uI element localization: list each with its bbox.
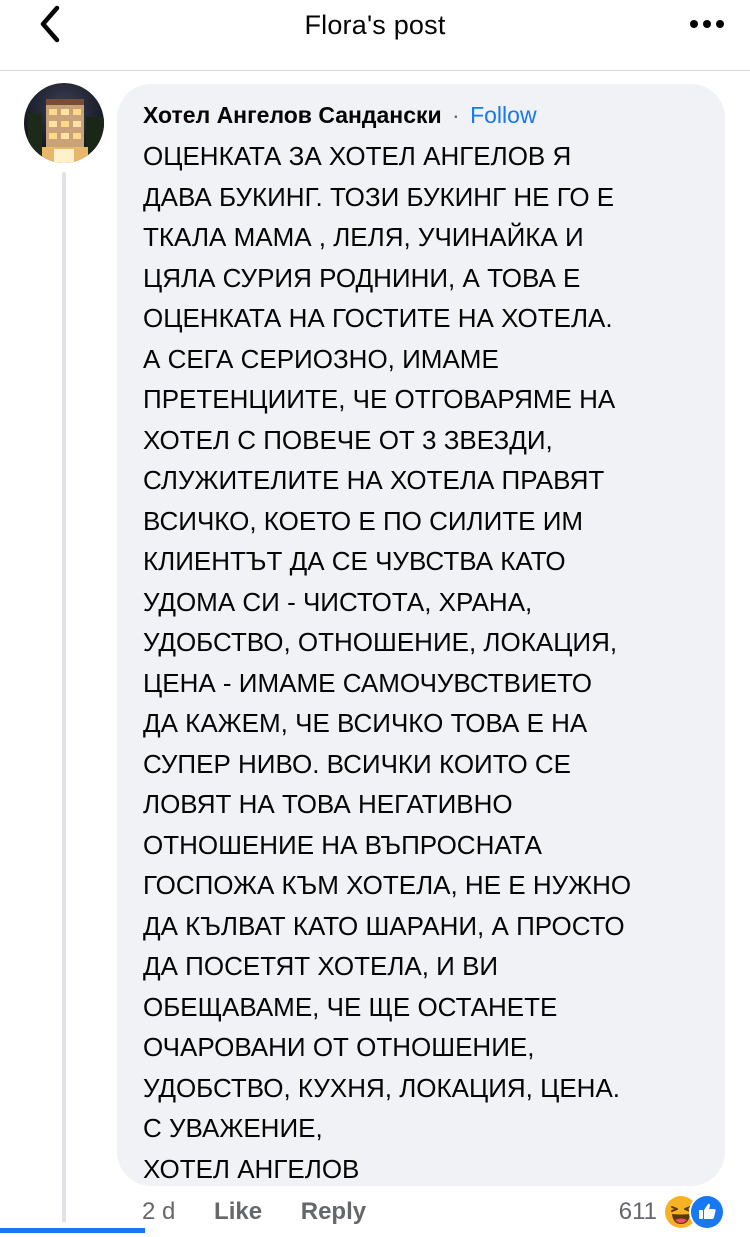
top-navigation-bar: Flora's post — [0, 0, 750, 71]
comment-text-line: ВСИЧКО, КОЕТО Е ПО СИЛИТЕ ИМ — [143, 505, 584, 536]
comment-author[interactable]: Хотел Ангелов Сандански — [143, 102, 442, 128]
reaction-count: 611 — [618, 1198, 657, 1225]
thread-line — [62, 172, 66, 1222]
comment-text: ОЦЕНКАТА ЗА ХОТЕЛ АНГЕЛОВ Я ДАВА БУКИНГ. … — [143, 136, 723, 1189]
comment-timestamp[interactable]: 2 d — [142, 1198, 175, 1225]
comment-text-line: УДОБСТВО, ОТНОШЕНИЕ, ЛОКАЦИЯ, — [143, 627, 618, 657]
comment-text-line: ЦЯЛА СУРИЯ РОДНИНИ, А ТОВА Е — [143, 262, 581, 293]
like-button[interactable]: Like — [214, 1198, 262, 1225]
comment-text-line: ХОТЕЛ С ПОВЕЧЕ ОТ 3 ЗВЕЗДИ, — [143, 424, 553, 455]
comment-text-line: СУПЕР НИВО. ВСИЧКИ КОИТО СЕ — [143, 748, 572, 779]
page-title: Flora's post — [304, 10, 446, 40]
comment-text-line: А СЕГА СЕРИОЗНО, ИМАМЕ — [143, 343, 499, 374]
more-options-button[interactable] — [682, 8, 732, 42]
comment-bubble: Хотел Ангелов Сандански · Follow ОЦЕНКАТ… — [117, 84, 725, 1186]
comment-text-line: ГОСПОЖА КЪМ ХОТЕЛА, НЕ Е НУЖНО — [143, 870, 632, 900]
comment-text-line: ОЦЕНКАТА НА ГОСТИТЕ НА ХОТЕЛА. — [143, 303, 613, 333]
avatar[interactable] — [24, 83, 104, 163]
comment-text-line: ЦЕНА - ИМАМЕ САМОЧУВСТВИЕТО — [143, 667, 592, 698]
comment-text-line: ТКАЛА МАМА , ЛЕЛЯ, УЧИНАЙКА И — [143, 222, 584, 252]
scroll-indicator — [0, 1228, 145, 1233]
comment-text-line: ДА КЪЛВАТ КАТО ШАРАНИ, А ПРОСТО — [143, 910, 625, 941]
follow-button[interactable]: Follow — [470, 102, 536, 128]
comment-text-line: ОБЕЩАВАМЕ, ЧЕ ЩЕ ОСТАНЕТЕ — [143, 991, 558, 1022]
post-comments-screen: Flora's post Хотел Ангелов Сандански · F… — [0, 0, 750, 1237]
comment-text-line: С УВАЖЕНИЕ, — [143, 1113, 323, 1143]
comment-text-line: ПРЕТЕНЦИИТЕ, ЧЕ ОТГОВАРЯМЕ НА — [143, 384, 616, 414]
comment-text-line: СЛУЖИТЕЛИТЕ НА ХОТЕЛА ПРАВЯТ — [143, 465, 605, 495]
more-dots-icon — [689, 16, 725, 34]
comment-actions: 2 d Like Reply — [142, 1196, 366, 1228]
comment-text-line: ЛОВЯТ НА ТОВА НЕГАТИВНО — [143, 789, 513, 819]
comment-text-line: КЛИЕНТЪТ ДА СЕ ЧУВСТВА КАТО — [143, 546, 566, 576]
comment-text-line: ОЧАРОВАНИ ОТ ОТНОШЕНИЕ, — [143, 1032, 535, 1062]
comment-text-line: ДА КАЖЕМ, ЧЕ ВСИЧКО ТОВА Е НА — [143, 708, 588, 738]
reactions-summary[interactable]: 611 — [619, 1194, 725, 1230]
comment-header: Хотел Ангелов Сандански · Follow — [143, 100, 537, 130]
comment-text-line: ОТНОШЕНИЕ НА ВЪПРОСНАТА — [143, 829, 543, 860]
comment-text-line: УДОМА СИ - ЧИСТОТА, ХРАНА, — [143, 586, 533, 617]
comment-text-line: ДА ПОСЕТЯТ ХОТЕЛА, И ВИ — [143, 951, 499, 981]
comment-text-line: УДОБСТВО, КУХНЯ, ЛОКАЦИЯ, ЦЕНА. — [143, 1072, 621, 1103]
comment-text-line: ДАВА БУКИНГ. ТОЗИ БУКИНГ НЕ ГО Е — [143, 181, 615, 212]
like-reaction-icon — [689, 1194, 725, 1230]
separator-dot: · — [452, 102, 460, 128]
comment-text-line: ОЦЕНКАТА ЗА ХОТЕЛ АНГЕЛОВ Я — [143, 141, 572, 171]
comment-text-line: ХОТЕЛ АНГЕЛОВ — [143, 1153, 360, 1184]
reply-button[interactable]: Reply — [301, 1198, 366, 1225]
